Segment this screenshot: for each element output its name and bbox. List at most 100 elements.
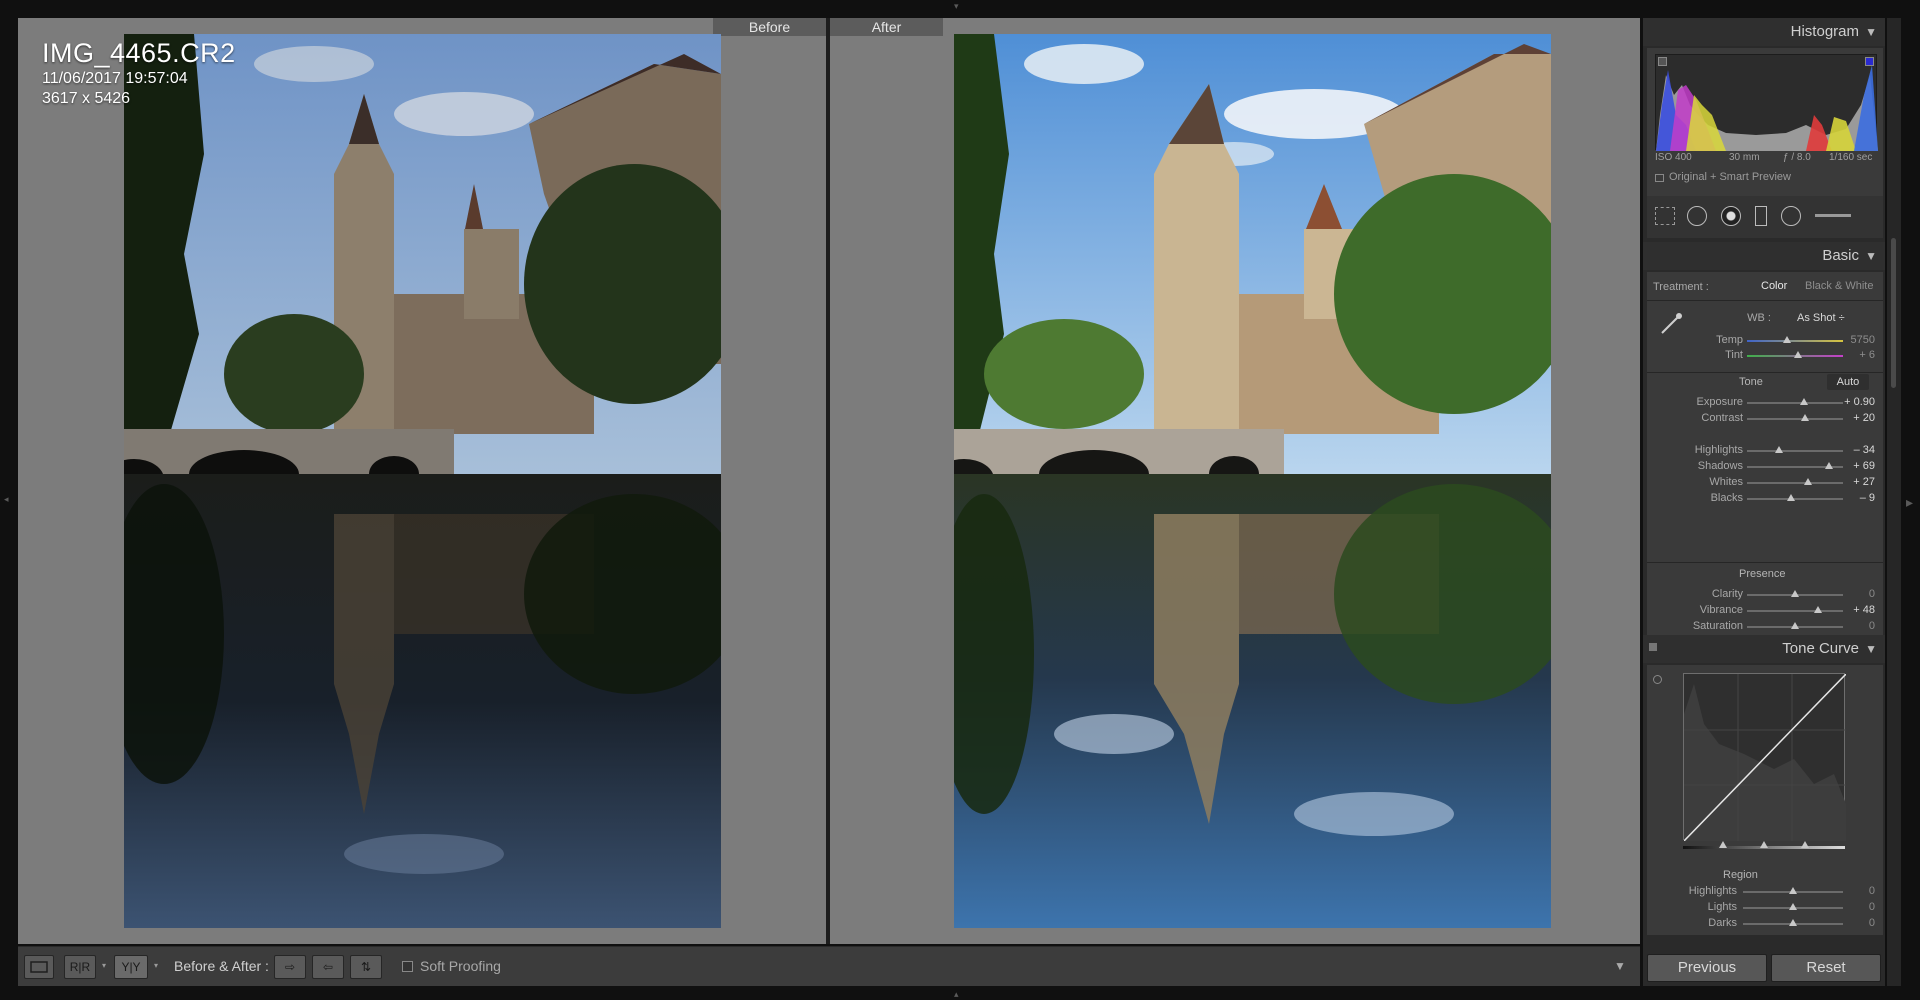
tool-strip	[1647, 196, 1883, 238]
crop-tool-icon[interactable]	[1655, 207, 1675, 225]
swap-icon: ⇅	[360, 960, 372, 974]
tone-curve-enable-toggle[interactable]	[1649, 643, 1657, 651]
tint-value[interactable]: + 6	[1839, 349, 1875, 361]
slider-thumb[interactable]	[1804, 478, 1813, 485]
basic-header[interactable]: Basic ▼	[1643, 242, 1885, 270]
bottom-panel-toggle-icon[interactable]: ▴	[954, 990, 959, 999]
slider-label: Highlights	[1694, 444, 1743, 456]
split-point-highlights-thumb[interactable]	[1801, 841, 1809, 848]
tone-curve-header[interactable]: Tone Curve ▼	[1643, 635, 1885, 663]
slider-label: Exposure	[1696, 396, 1743, 408]
auto-tone-button[interactable]: Auto	[1827, 374, 1869, 390]
copy-after-to-before-button[interactable]: ⇦	[312, 955, 344, 979]
slider-value[interactable]: – 34	[1839, 444, 1875, 456]
slider-thumb[interactable]	[1774, 446, 1783, 453]
before-after-view-button[interactable]: Y|Y	[114, 955, 148, 979]
tone-curve-section: Region Highlights 0 Lights 0 Darks 0	[1647, 665, 1883, 935]
collapse-triangle-icon: ▼	[1865, 249, 1877, 263]
photo-info-overlay: IMG_4465.CR2 11/06/2017 19:57:04 3617 x …	[42, 38, 236, 109]
slider-thumb[interactable]	[1791, 622, 1799, 629]
slider-thumb[interactable]	[1799, 398, 1808, 405]
left-panel-toggle-icon[interactable]: ◂	[4, 495, 9, 504]
slider-value[interactable]: 0	[1839, 901, 1875, 913]
histogram-graph	[1656, 65, 1878, 151]
slider-value[interactable]: + 69	[1839, 460, 1875, 472]
slider-thumb[interactable]	[1787, 494, 1796, 501]
tint-slider-thumb[interactable]	[1793, 351, 1802, 358]
histogram-section: ISO 400 30 mm ƒ / 8.0 1/160 sec Original…	[1647, 48, 1883, 212]
scrollbar-thumb[interactable]	[1891, 238, 1896, 388]
slider-label: Lights	[1707, 901, 1737, 913]
loupe-view-button[interactable]	[24, 955, 54, 979]
photo-dimensions: 3617 x 5426	[42, 90, 131, 107]
wb-preset-dropdown[interactable]: As Shot ÷	[1797, 312, 1845, 324]
slider-thumb[interactable]	[1800, 414, 1809, 421]
slider-label: Contrast	[1701, 412, 1743, 424]
basic-title: Basic	[1822, 247, 1859, 264]
tone-label: Tone	[1739, 376, 1763, 388]
soft-proofing-checkbox[interactable]	[402, 961, 413, 972]
treatment-color[interactable]: Color	[1761, 280, 1787, 292]
slider-thumb[interactable]	[1789, 887, 1797, 894]
slider-value[interactable]: 0	[1839, 620, 1875, 632]
slider-track[interactable]	[1747, 402, 1843, 404]
toolbar: R|R ▾ Y|Y ▾ Before & After : ⇨ ⇦ ⇅ Soft …	[18, 946, 1640, 986]
red-eye-icon[interactable]	[1721, 206, 1741, 226]
right-panel-toggle-icon[interactable]: ▸	[1906, 495, 1913, 509]
split-point-midtones-thumb[interactable]	[1760, 841, 1768, 848]
slider-value[interactable]: 0	[1839, 588, 1875, 600]
toolbar-menu-icon[interactable]: ▼	[1614, 959, 1626, 973]
split-point-shadows-thumb[interactable]	[1719, 841, 1727, 848]
targeted-adjustment-icon[interactable]	[1653, 675, 1662, 684]
before-after-view: Before IMG_4465.CR2 11/06/2017 19:57:04 …	[18, 18, 1640, 944]
slider-value[interactable]: + 27	[1839, 476, 1875, 488]
slider-value[interactable]: + 20	[1839, 412, 1875, 424]
adjustment-brush-icon[interactable]	[1815, 214, 1851, 217]
graduated-filter-icon[interactable]	[1755, 206, 1767, 226]
copy-before-to-after-button[interactable]: ⇨	[274, 955, 306, 979]
slider-thumb[interactable]	[1789, 919, 1797, 926]
separator	[1647, 300, 1883, 301]
slider-track[interactable]	[1747, 482, 1843, 484]
swap-before-after-button[interactable]: ⇅	[350, 955, 382, 979]
soft-proofing-label: Soft Proofing	[420, 958, 501, 974]
histogram-chart	[1655, 54, 1878, 151]
slider-thumb[interactable]	[1789, 903, 1797, 910]
temp-slider-thumb[interactable]	[1783, 336, 1792, 343]
radial-filter-icon[interactable]	[1781, 206, 1801, 226]
temp-slider-track[interactable]	[1747, 340, 1843, 342]
after-label: After	[830, 18, 943, 36]
slider-thumb[interactable]	[1791, 590, 1799, 597]
histogram-title: Histogram	[1790, 23, 1859, 40]
before-after-dropdown-icon[interactable]: ▾	[154, 961, 158, 970]
slider-value[interactable]: 0	[1839, 917, 1875, 929]
slider-value[interactable]: + 48	[1839, 604, 1875, 616]
slider-thumb[interactable]	[1824, 462, 1833, 469]
slider-thumb[interactable]	[1814, 606, 1823, 613]
slider-value[interactable]: – 9	[1839, 492, 1875, 504]
slider-track[interactable]	[1747, 418, 1843, 420]
shadow-clipping-indicator[interactable]	[1658, 57, 1667, 66]
reference-view-button[interactable]: R|R	[64, 955, 96, 979]
previous-button[interactable]: Previous	[1647, 954, 1767, 982]
exif-aperture: ƒ / 8.0	[1783, 152, 1811, 163]
spot-removal-icon[interactable]	[1687, 206, 1707, 226]
exif-focal-length: 30 mm	[1729, 152, 1760, 163]
slider-value[interactable]: 0	[1839, 885, 1875, 897]
top-panel-toggle-icon[interactable]: ▾	[954, 2, 959, 11]
treatment-black-white[interactable]: Black & White	[1805, 280, 1873, 292]
highlight-clipping-indicator[interactable]	[1865, 57, 1874, 66]
temp-value[interactable]: 5750	[1839, 334, 1875, 346]
before-photo	[124, 34, 721, 928]
histogram-header[interactable]: Histogram ▼	[1643, 18, 1885, 46]
reset-button[interactable]: Reset	[1771, 954, 1881, 982]
presence-label: Presence	[1739, 568, 1786, 580]
exif-iso: ISO 400	[1655, 152, 1692, 163]
slider-value[interactable]: + 0.90	[1839, 396, 1875, 408]
preview-status: Original + Smart Preview	[1669, 171, 1791, 183]
tone-curve-graph[interactable]	[1683, 673, 1847, 842]
slider-track[interactable]	[1747, 450, 1843, 452]
right-panel-scrollbar[interactable]	[1887, 18, 1901, 986]
reference-view-dropdown-icon[interactable]: ▾	[102, 961, 106, 970]
slider-track[interactable]	[1747, 610, 1843, 612]
